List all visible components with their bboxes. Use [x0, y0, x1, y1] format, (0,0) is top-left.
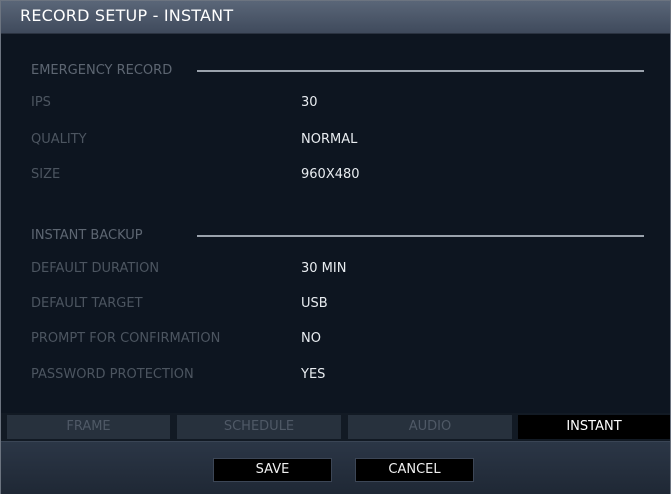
tab-schedule[interactable]: SCHEDULE — [177, 415, 341, 439]
emergency-record-heading: EMERGENCY RECORD — [31, 63, 173, 78]
default-target-value[interactable]: USB — [301, 296, 328, 311]
quality-label: QUALITY — [31, 132, 87, 147]
window-title: RECORD SETUP - INSTANT — [20, 6, 234, 25]
prompt-for-confirmation-value[interactable]: NO — [301, 331, 321, 346]
section-divider — [197, 70, 644, 72]
title-bar: RECORD SETUP - INSTANT — [1, 1, 670, 34]
prompt-for-confirmation-label: PROMPT FOR CONFIRMATION — [31, 331, 221, 346]
tab-bar: FRAME SCHEDULE AUDIO INSTANT — [1, 413, 670, 441]
default-target-label: DEFAULT TARGET — [31, 296, 143, 311]
tab-instant[interactable]: INSTANT — [518, 415, 670, 439]
save-button[interactable]: SAVE — [213, 458, 332, 482]
default-duration-value[interactable]: 30 MIN — [301, 261, 346, 276]
size-label: SIZE — [31, 167, 61, 182]
password-protection-label: PASSWORD PROTECTION — [31, 367, 194, 382]
default-duration-label: DEFAULT DURATION — [31, 261, 160, 276]
section-divider — [197, 235, 644, 237]
footer-bar: SAVE CANCEL — [1, 441, 670, 494]
cancel-button[interactable]: CANCEL — [355, 458, 474, 482]
password-protection-value[interactable]: YES — [301, 367, 325, 382]
tab-audio[interactable]: AUDIO — [348, 415, 512, 439]
quality-value[interactable]: NORMAL — [301, 132, 357, 147]
record-setup-window: RECORD SETUP - INSTANT EMERGENCY RECORD … — [0, 0, 671, 494]
size-value[interactable]: 960X480 — [301, 167, 360, 182]
ips-value[interactable]: 30 — [301, 95, 318, 110]
ips-label: IPS — [31, 95, 51, 110]
instant-backup-heading: INSTANT BACKUP — [31, 228, 143, 243]
tab-frame[interactable]: FRAME — [7, 415, 170, 439]
